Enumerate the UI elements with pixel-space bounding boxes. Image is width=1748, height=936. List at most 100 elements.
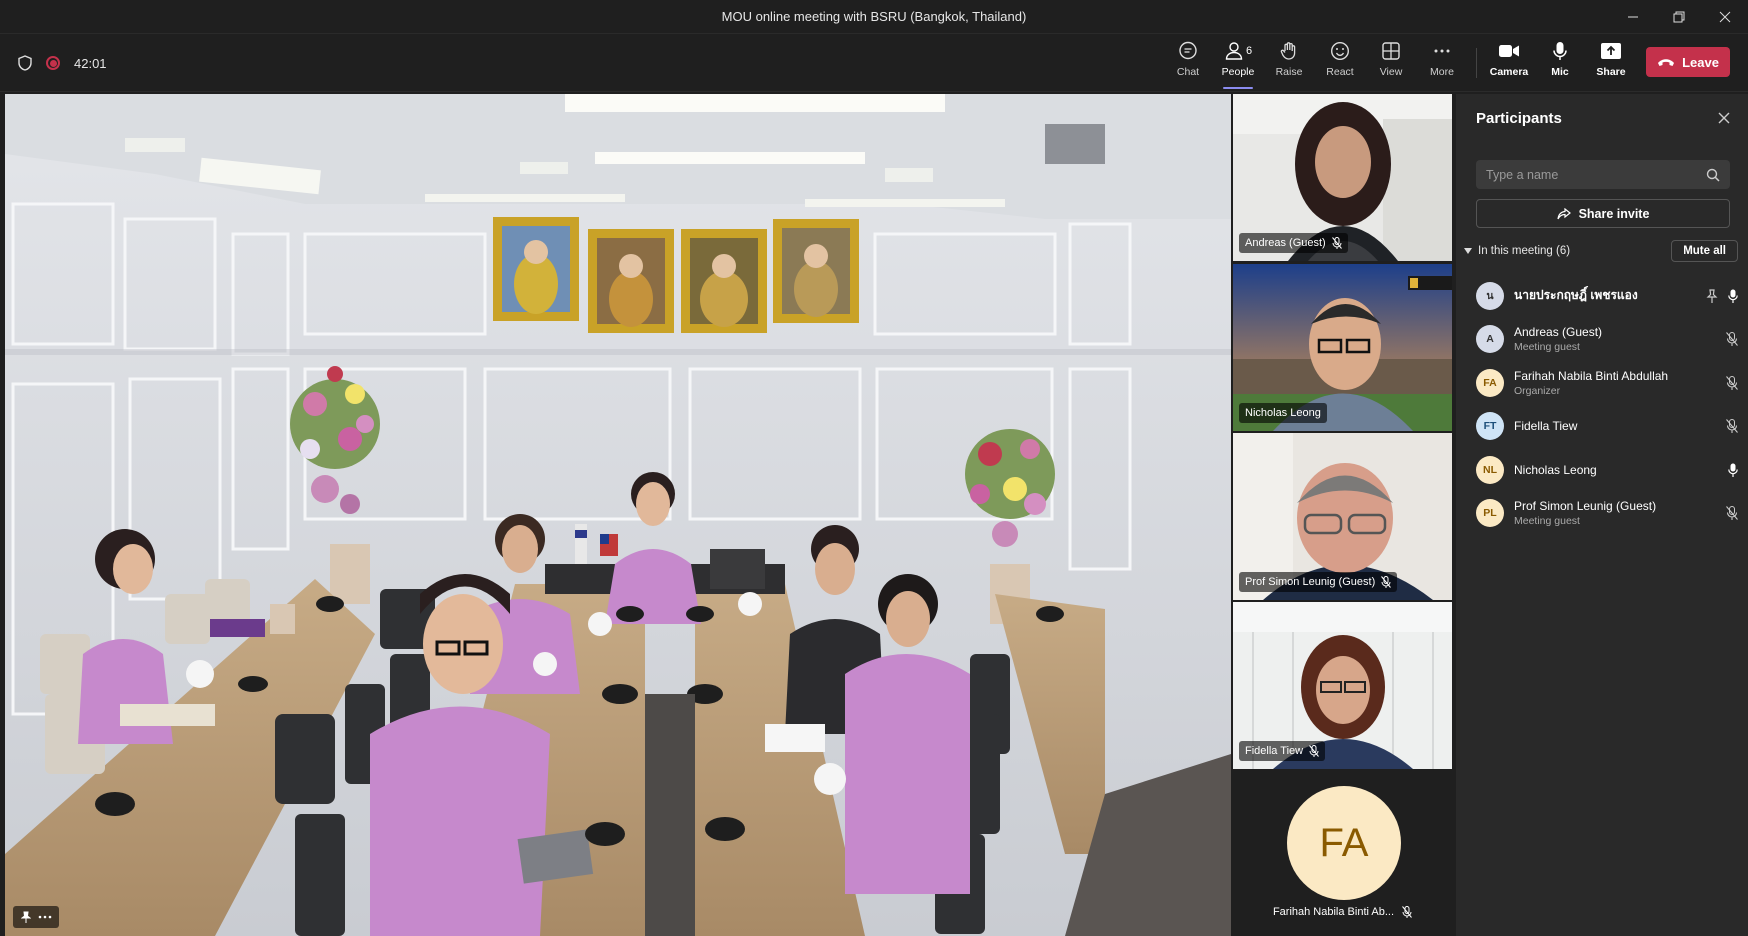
close-window-button[interactable] — [1702, 0, 1748, 34]
window-controls — [1610, 0, 1748, 34]
camera-label: Camera — [1489, 66, 1529, 78]
mic-off-icon — [1331, 237, 1342, 249]
more-dots-icon — [1434, 49, 1450, 53]
mic-off-icon — [1309, 745, 1319, 757]
minimize-button[interactable] — [1610, 0, 1656, 34]
participant-name: Farihah Nabila Binti Abdullah — [1514, 368, 1669, 383]
participant-row[interactable]: น นายประกฤษฎิ์ เพชรแอง — [1476, 274, 1738, 318]
restore-icon — [1673, 11, 1685, 23]
section-label: In this meeting (6) — [1478, 245, 1571, 257]
in-meeting-section-header: In this meeting (6) Mute all — [1464, 240, 1738, 262]
mic-icon — [1728, 463, 1738, 477]
minimize-icon — [1628, 16, 1638, 18]
mic-off-icon — [1402, 906, 1412, 918]
participant-list: น นายประกฤษฎิ์ เพชรแอง A Andreas (Guest)… — [1476, 274, 1738, 535]
video-tile-nicholas[interactable]: Nicholas Leong — [1233, 264, 1452, 431]
meeting-status: 42:01 — [18, 34, 107, 92]
participant-name: Nicholas Leong — [1245, 407, 1321, 419]
mute-all-button[interactable]: Mute all — [1671, 240, 1738, 262]
window-title: MOU online meeting with BSRU (Bangkok, T… — [721, 9, 1027, 24]
tile-label: Nicholas Leong — [1239, 403, 1327, 423]
shield-icon[interactable] — [18, 55, 32, 71]
tile-label: Farihah Nabila Binti Ab... — [1233, 906, 1452, 918]
chat-label: Chat — [1176, 66, 1200, 78]
close-panel-button[interactable] — [1714, 108, 1734, 128]
share-screen-icon — [1601, 43, 1621, 59]
video-tile-andreas[interactable]: Andreas (Guest) — [1233, 94, 1452, 261]
mic-icon — [1553, 42, 1567, 60]
search-input[interactable] — [1486, 167, 1686, 182]
participant-row[interactable]: NL Nicholas Leong — [1476, 448, 1738, 492]
participants-panel: Participants Share invite In this meetin… — [1456, 94, 1748, 936]
react-button[interactable]: React — [1313, 40, 1367, 86]
avatar: FA — [1476, 368, 1504, 397]
participant-row[interactable]: PL Prof Simon Leunig (Guest) Meeting gues… — [1476, 492, 1738, 536]
hand-icon — [1280, 42, 1296, 60]
raise-hand-button[interactable]: Raise — [1262, 40, 1316, 86]
pin-icon[interactable] — [1706, 289, 1718, 303]
share-icon — [1556, 207, 1571, 219]
react-label: React — [1326, 66, 1354, 78]
participant-search — [1476, 160, 1730, 189]
mic-button[interactable]: Mic — [1533, 40, 1587, 86]
participant-row[interactable]: FT Fidella Tiew — [1476, 405, 1738, 449]
video-options[interactable] — [13, 906, 59, 928]
share-invite-button[interactable]: Share invite — [1476, 199, 1730, 228]
tile-label: Fidella Tiew — [1239, 741, 1326, 761]
tile-label: Prof Simon Leunig (Guest) — [1239, 572, 1398, 592]
camera-icon — [1499, 45, 1519, 57]
share-label: Share — [1596, 66, 1626, 78]
participant-role: Meeting guest — [1514, 515, 1580, 528]
avatar: น — [1476, 281, 1504, 310]
people-count: 6 — [1245, 45, 1253, 57]
chat-icon — [1179, 41, 1197, 60]
participant-row[interactable]: A Andreas (Guest) Meeting guest — [1476, 318, 1738, 362]
main-video-feed[interactable] — [5, 94, 1231, 936]
recording-icon — [46, 56, 60, 70]
close-icon — [1719, 11, 1731, 23]
share-invite-label: Share invite — [1578, 206, 1650, 221]
video-tile-simon[interactable]: Prof Simon Leunig (Guest) — [1233, 433, 1452, 600]
leave-label: Leave — [1682, 54, 1719, 70]
participant-name: Prof Simon Leunig (Guest) — [1245, 576, 1376, 588]
title-bar: MOU online meeting with BSRU (Bangkok, T… — [0, 0, 1748, 34]
share-button[interactable]: Share — [1584, 40, 1638, 86]
participant-name: Nicholas Leong — [1514, 462, 1597, 477]
chat-button[interactable]: Chat — [1161, 40, 1215, 86]
avatar: A — [1476, 325, 1504, 354]
participant-role: Meeting guest — [1514, 341, 1580, 354]
meeting-toolbar: 42:01 Chat 6 People Raise React View Mor… — [0, 34, 1748, 92]
avatar-tile-farihah[interactable]: FA Farihah Nabila Binti Ab... — [1233, 772, 1452, 936]
phone-hangup-icon — [1658, 59, 1675, 66]
mic-label: Mic — [1551, 66, 1569, 78]
search-icon[interactable] — [1706, 168, 1720, 182]
view-button[interactable]: View — [1364, 40, 1418, 86]
leave-button[interactable]: Leave — [1646, 47, 1730, 77]
meeting-timer: 42:01 — [74, 55, 107, 71]
mic-off-icon — [1726, 332, 1738, 347]
restore-button[interactable] — [1656, 0, 1702, 34]
people-button[interactable]: 6 People — [1211, 40, 1265, 89]
raise-label: Raise — [1275, 66, 1303, 78]
people-icon — [1225, 42, 1243, 60]
close-icon — [1718, 112, 1730, 124]
participant-name: Prof Simon Leunig (Guest) — [1514, 499, 1657, 514]
avatar: FT — [1476, 412, 1504, 441]
avatar: FA — [1287, 786, 1401, 900]
participant-row[interactable]: FA Farihah Nabila Binti Abdullah Organize… — [1476, 361, 1738, 405]
mic-off-icon — [1381, 576, 1392, 588]
camera-button[interactable]: Camera — [1482, 40, 1536, 86]
mic-off-icon — [1726, 375, 1738, 390]
more-dots-icon — [38, 915, 51, 919]
avatar: PL — [1476, 499, 1504, 528]
people-label: People — [1221, 66, 1255, 78]
view-label: View — [1379, 66, 1403, 78]
more-label: More — [1430, 66, 1454, 78]
mic-off-icon — [1726, 419, 1738, 434]
participant-name: Andreas (Guest) — [1514, 325, 1603, 340]
more-button[interactable]: More — [1415, 40, 1469, 86]
toolbar-divider — [1476, 48, 1477, 78]
section-toggle[interactable]: In this meeting (6) — [1464, 245, 1570, 257]
video-tile-fidella[interactable]: Fidella Tiew — [1233, 602, 1452, 769]
conference-room-video — [5, 94, 1231, 936]
